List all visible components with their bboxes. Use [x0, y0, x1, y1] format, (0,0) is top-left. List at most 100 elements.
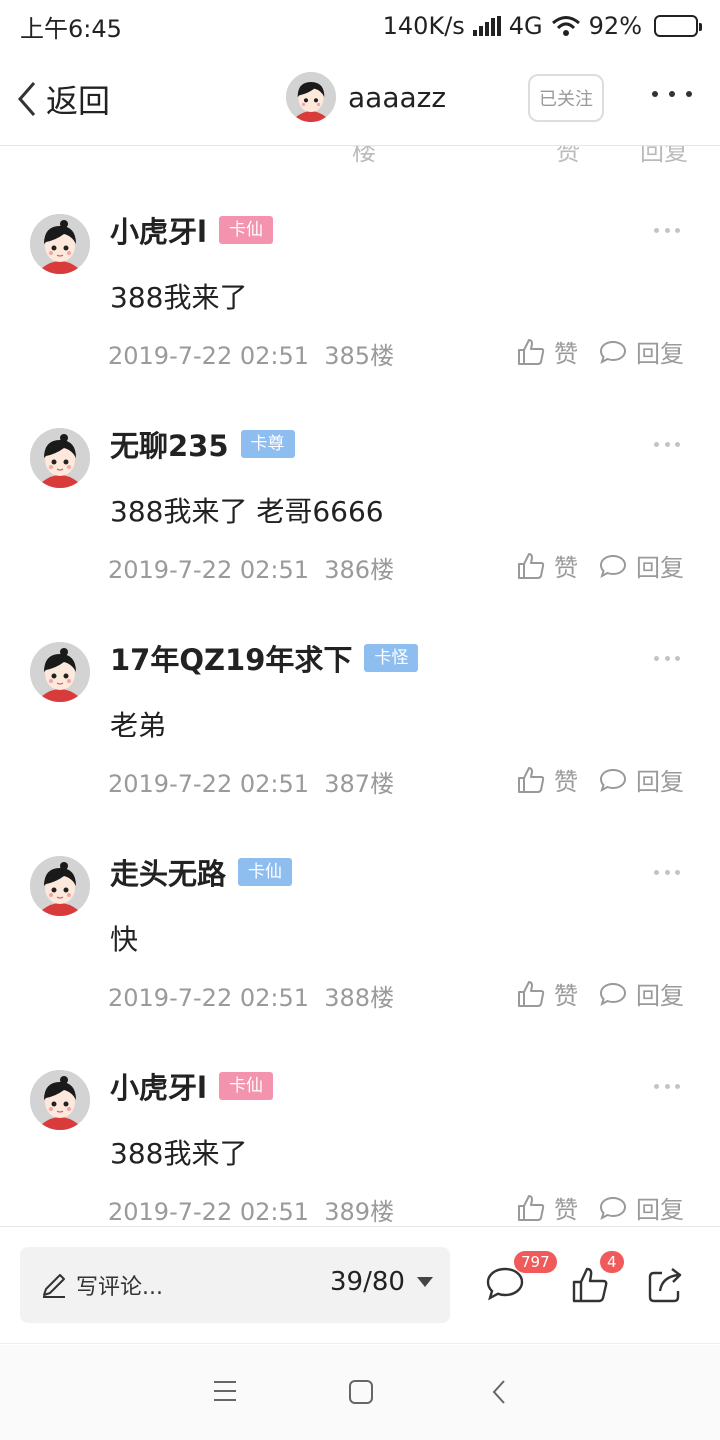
- system-nav-bar: [0, 1345, 720, 1440]
- status-bar: 上午6:45 140K/s 4G 92%: [0, 0, 720, 52]
- comment-more-icon[interactable]: [654, 228, 680, 234]
- commenter-name[interactable]: 小虎牙l: [110, 1070, 207, 1107]
- comment-time: 2019-7-22 02:51: [108, 556, 309, 584]
- like-label: 赞: [554, 340, 578, 368]
- like-button[interactable]: 赞: [516, 976, 578, 1011]
- like-post-button[interactable]: 4: [570, 1251, 624, 1309]
- comment-meta: 2019-7-22 02:51 387楼: [108, 764, 394, 799]
- follow-button[interactable]: 已关注: [528, 74, 604, 122]
- signal-icon: [472, 16, 501, 36]
- commenter-avatar[interactable]: [30, 1070, 90, 1130]
- comments-button[interactable]: 797: [484, 1251, 557, 1307]
- fragment-reply: 回复: [640, 146, 688, 164]
- menu-icon[interactable]: [212, 1379, 238, 1403]
- level-badge: 卡仙: [218, 1072, 273, 1100]
- like-button[interactable]: 赞: [516, 548, 578, 583]
- write-comment-placeholder: 写评论...: [76, 1275, 163, 1300]
- name-row: 17年QZ19年求下 卡怪: [110, 642, 419, 677]
- back-label: 返回: [46, 82, 111, 120]
- status-time: 上午6:45: [20, 14, 122, 43]
- share-icon: [648, 1268, 682, 1303]
- battery-percent: 92%: [588, 12, 642, 40]
- thread-author[interactable]: aaaazz: [286, 72, 446, 122]
- comment-time: 2019-7-22 02:51: [108, 342, 309, 370]
- level-badge: 卡仙: [218, 216, 273, 244]
- comment-bubble-icon: [599, 768, 627, 792]
- commenter-avatar[interactable]: [30, 856, 90, 916]
- commenter-avatar[interactable]: [30, 428, 90, 488]
- comment-time: 2019-7-22 02:51: [108, 1198, 309, 1226]
- network-type: 4G: [508, 12, 543, 40]
- avatar-image: [286, 72, 336, 122]
- comment-input-bar: 写评论... 39/80: [20, 1247, 450, 1323]
- comment-bubble-icon: [599, 982, 627, 1006]
- floor-number: 388楼: [324, 984, 395, 1012]
- comment-more-icon[interactable]: [654, 870, 680, 876]
- commenter-avatar[interactable]: [30, 642, 90, 702]
- comment-actions: 赞 回复: [516, 1190, 684, 1225]
- level-badge: 卡尊: [240, 430, 295, 458]
- thumbs-up-icon: [518, 1194, 545, 1221]
- more-options-icon[interactable]: [652, 86, 692, 102]
- floor-number: 389楼: [324, 1198, 395, 1226]
- comment-actions: 赞 回复: [516, 762, 684, 797]
- write-comment-button[interactable]: 写评论...: [40, 1269, 163, 1301]
- network-speed: 140K/s: [382, 12, 465, 40]
- comment-item: 17年QZ19年求下 卡怪 老弟 2019-7-22 02:51 387楼 赞 …: [0, 642, 720, 856]
- commenter-avatar[interactable]: [30, 214, 90, 274]
- battery-icon: [654, 15, 702, 37]
- thumbs-up-icon: [518, 766, 545, 793]
- name-row: 小虎牙l 卡仙: [110, 1070, 273, 1105]
- floor-number: 385楼: [324, 342, 395, 370]
- like-button[interactable]: 赞: [516, 334, 578, 369]
- commenter-name[interactable]: 17年QZ19年求下: [110, 637, 352, 679]
- like-count-badge: 4: [600, 1251, 624, 1273]
- home-icon[interactable]: [348, 1379, 374, 1405]
- author-avatar[interactable]: [286, 72, 336, 122]
- level-badge: 卡怪: [364, 644, 419, 672]
- avatar-image: [30, 1070, 90, 1130]
- comment-item: 走头无路 卡仙 快 2019-7-22 02:51 388楼 赞 回复: [0, 856, 720, 1070]
- commenter-name[interactable]: 走头无路: [110, 851, 226, 893]
- comment-actions: 赞 回复: [516, 976, 684, 1011]
- comment-actions: 赞 回复: [516, 334, 684, 369]
- like-button[interactable]: 赞: [516, 762, 578, 797]
- name-row: 无聊235 卡尊: [110, 428, 295, 463]
- wifi-icon: [551, 16, 580, 36]
- reply-button[interactable]: 回复: [598, 976, 684, 1011]
- comment-text: 388我来了 老哥6666: [110, 495, 384, 528]
- dropdown-arrow-icon: [416, 1277, 433, 1287]
- commenter-name[interactable]: 无聊235: [110, 423, 229, 465]
- author-name: aaaazz: [348, 80, 447, 114]
- thumbs-up-icon: [518, 338, 545, 365]
- comment-more-icon[interactable]: [654, 442, 680, 448]
- reply-button[interactable]: 回复: [598, 762, 684, 797]
- reply-button[interactable]: 回复: [598, 1190, 684, 1225]
- comment-item: 小虎牙l 卡仙 388我来了 2019-7-22 02:51 389楼 赞 回复: [0, 1070, 720, 1226]
- name-row: 走头无路 卡仙: [110, 856, 293, 891]
- reply-button[interactable]: 回复: [598, 548, 684, 583]
- comment-more-icon[interactable]: [654, 656, 680, 662]
- bottom-toolbar: 写评论... 39/80 797 4: [0, 1226, 720, 1344]
- top-nav-bar: 返回 aaaazz 已关注: [0, 52, 720, 146]
- level-badge: 卡仙: [238, 858, 293, 886]
- comment-meta: 2019-7-22 02:51 388楼: [108, 978, 394, 1013]
- comment-text: 388我来了: [110, 1137, 248, 1170]
- comment-meta: 2019-7-22 02:51 385楼: [108, 336, 394, 371]
- comment-more-icon[interactable]: [654, 1084, 680, 1090]
- back-nav-icon[interactable]: [488, 1379, 512, 1405]
- previous-comment-fragment: 楼 赞 回复: [0, 146, 720, 164]
- comment-item: 无聊235 卡尊 388我来了 老哥6666 2019-7-22 02:51 3…: [0, 428, 720, 642]
- thumbs-up-icon: [518, 980, 545, 1007]
- reply-button[interactable]: 回复: [598, 334, 684, 369]
- back-button[interactable]: 返回: [14, 76, 110, 122]
- share-button[interactable]: [646, 1265, 686, 1309]
- back-arrow-icon: [18, 82, 36, 116]
- comment-bubble-icon: [599, 1196, 627, 1220]
- reply-label: 回复: [636, 340, 684, 368]
- page-selector[interactable]: 39/80: [330, 1267, 433, 1297]
- comment-text: 388我来了: [110, 281, 248, 314]
- commenter-name[interactable]: 小虎牙l: [110, 209, 207, 251]
- like-button[interactable]: 赞: [516, 1190, 578, 1225]
- floor-number: 386楼: [324, 556, 395, 584]
